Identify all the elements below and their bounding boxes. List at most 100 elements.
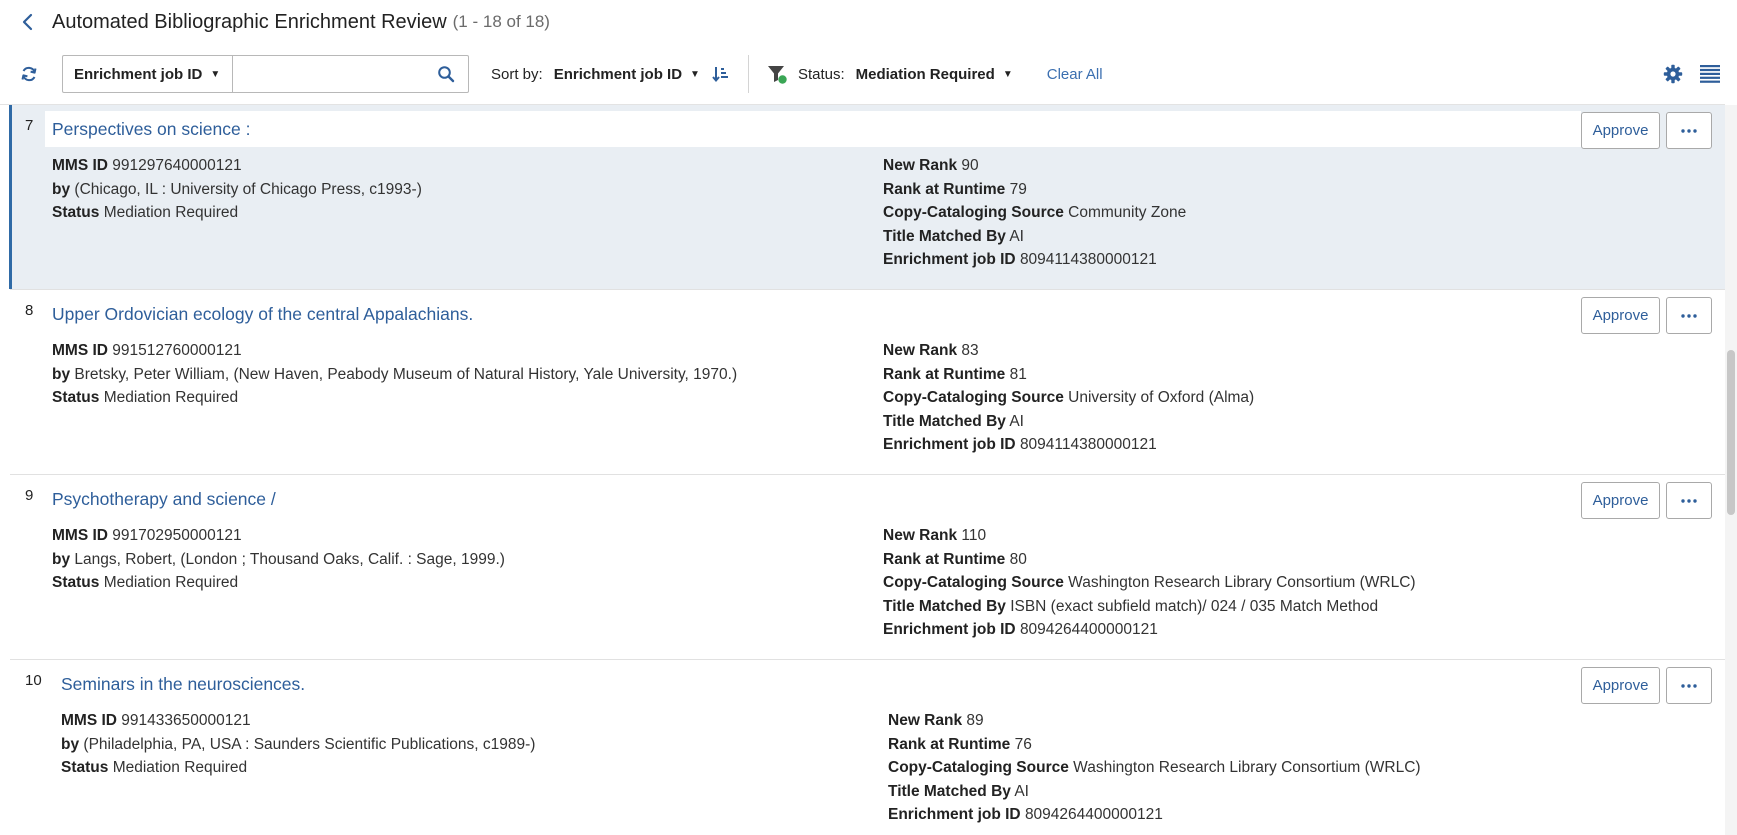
search-box <box>233 55 469 93</box>
mms-id-line: MMS ID 991702950000121 <box>52 524 505 548</box>
row-title-bar: Perspectives on science : <box>45 111 1581 147</box>
record-details-right: New Rank 110 Rank at Runtime 80 Copy-Cat… <box>883 524 1416 642</box>
enrichment-job-id-label: Enrichment job ID <box>883 436 1016 453</box>
by-label: by <box>61 735 80 753</box>
sort-value: Enrichment job ID <box>553 65 683 83</box>
title-matched-by-label: Title Matched By <box>883 412 1006 430</box>
mms-id-line: MMS ID 991297640000121 <box>52 154 422 178</box>
record-details-right: New Rank 89 Rank at Runtime 76 Copy-Cata… <box>888 709 1421 827</box>
approve-button[interactable]: Approve <box>1581 667 1660 704</box>
search-field-select[interactable]: Enrichment job ID ▼ <box>62 55 233 93</box>
toolbar: Enrichment job ID ▼ Sort by: Enrichment … <box>0 52 1737 96</box>
title-matched-by-value: AI <box>1009 227 1024 245</box>
enrichment-job-id-value: 8094114380000121 <box>1019 436 1157 453</box>
row-title-bar: Seminars in the neurosciences. <box>54 666 1590 702</box>
enrichment-job-id-label: Enrichment job ID <box>888 806 1021 823</box>
status-value: Mediation Required <box>103 389 239 406</box>
more-actions-button[interactable] <box>1666 112 1712 149</box>
ellipsis-icon <box>1681 498 1697 503</box>
record-title-link[interactable]: Psychotherapy and science / <box>52 489 276 510</box>
refresh-icon[interactable] <box>17 62 41 86</box>
sort-select[interactable]: Enrichment job ID ▼ <box>554 66 700 83</box>
scrollbar-thumb[interactable] <box>1727 350 1735 515</box>
status-filter-label: Status: <box>797 65 845 83</box>
gear-icon[interactable] <box>1661 62 1685 86</box>
status-line: Status Mediation Required <box>52 571 505 595</box>
list-item[interactable]: 7 Perspectives on science : MMS ID 99129… <box>9 105 1725 290</box>
title-matched-by-label: Title Matched By <box>888 782 1011 800</box>
row-title-bar: Upper Ordovician ecology of the central … <box>45 296 1581 332</box>
new-rank-line: New Rank 110 <box>883 524 1416 548</box>
list-item[interactable]: 8 Upper Ordovician ecology of the centra… <box>10 290 1725 475</box>
new-rank-value: 89 <box>966 712 984 729</box>
search-input[interactable] <box>233 57 429 91</box>
row-title-bar: Psychotherapy and science / <box>45 481 1581 517</box>
mms-id-label: MMS ID <box>52 527 108 544</box>
toolbar-divider <box>747 55 749 93</box>
approve-button[interactable]: Approve <box>1581 297 1660 334</box>
by-value: Bretsky, Peter William, (New Haven, Peab… <box>74 365 738 383</box>
rank-at-runtime-value: 80 <box>1009 550 1027 568</box>
title-matched-by-line: Title Matched By AI <box>883 410 1254 434</box>
list-item[interactable]: 10 Seminars in the neurosciences. MMS ID… <box>10 660 1725 835</box>
more-actions-button[interactable] <box>1666 482 1712 519</box>
new-rank-label: New Rank <box>888 712 963 729</box>
copy-source-line: Copy-Cataloging Source Washington Resear… <box>888 756 1421 780</box>
search-icon[interactable] <box>433 61 459 87</box>
list-item[interactable]: 9 Psychotherapy and science / MMS ID 991… <box>10 475 1725 660</box>
rank-at-runtime-line: Rank at Runtime 79 <box>883 178 1186 202</box>
copy-source-line: Copy-Cataloging Source University of Oxf… <box>883 386 1254 410</box>
clear-all-link[interactable]: Clear All <box>1047 66 1103 83</box>
copy-source-label: Copy-Cataloging Source <box>888 759 1069 776</box>
sort-label: Sort by: <box>491 65 543 83</box>
enrichment-job-id-line: Enrichment job ID 8094114380000121 <box>883 433 1254 457</box>
title-matched-by-label: Title Matched By <box>883 227 1006 245</box>
by-line: by Langs, Robert, (London ; Thousand Oak… <box>52 548 505 572</box>
enrichment-review-page: Automated Bibliographic Enrichment Revie… <box>0 0 1737 835</box>
list-view-icon[interactable] <box>1698 62 1722 86</box>
approve-button[interactable]: Approve <box>1581 112 1660 149</box>
mms-id-label: MMS ID <box>61 712 117 729</box>
record-details-right: New Rank 90 Rank at Runtime 79 Copy-Cata… <box>883 154 1186 272</box>
title-matched-by-line: Title Matched By AI <box>888 780 1421 804</box>
new-rank-value: 83 <box>961 342 979 359</box>
copy-source-value: Community Zone <box>1068 204 1187 221</box>
row-number: 10 <box>25 672 42 689</box>
approve-button[interactable]: Approve <box>1581 482 1660 519</box>
by-label: by <box>52 180 71 198</box>
copy-source-line: Copy-Cataloging Source Washington Resear… <box>883 571 1416 595</box>
copy-source-value: Washington Research Library Consortium (… <box>1068 574 1416 591</box>
chevron-down-icon: ▼ <box>210 68 221 80</box>
result-count: (1 - 18 of 18) <box>452 12 550 31</box>
mms-id-value: 991297640000121 <box>112 157 242 174</box>
more-actions-button[interactable] <box>1666 297 1712 334</box>
enrichment-job-id-line: Enrichment job ID 8094264400000121 <box>888 803 1421 827</box>
more-actions-button[interactable] <box>1666 667 1712 704</box>
record-title-link[interactable]: Upper Ordovician ecology of the central … <box>52 304 473 325</box>
row-number: 7 <box>25 117 34 134</box>
back-arrow-icon[interactable] <box>16 10 40 34</box>
filter-icon[interactable] <box>765 62 789 86</box>
enrichment-job-id-line: Enrichment job ID 8094114380000121 <box>883 248 1186 272</box>
rank-at-runtime-label: Rank at Runtime <box>883 550 1006 568</box>
record-title-link[interactable]: Perspectives on science : <box>52 119 250 140</box>
search-field-label: Enrichment job ID <box>74 65 203 83</box>
record-details-left: MMS ID 991702950000121 by Langs, Robert,… <box>52 524 505 595</box>
new-rank-value: 90 <box>961 157 979 174</box>
ellipsis-icon <box>1681 313 1697 318</box>
status-filter-select[interactable]: Mediation Required ▼ <box>856 66 1013 83</box>
sort-direction-icon[interactable] <box>710 63 732 85</box>
enrichment-job-id-value: 8094264400000121 <box>1019 621 1158 638</box>
rank-at-runtime-label: Rank at Runtime <box>888 735 1011 753</box>
title-matched-by-label: Title Matched By <box>883 597 1006 615</box>
by-value: (Chicago, IL : University of Chicago Pre… <box>74 180 422 198</box>
by-value: Langs, Robert, (London ; Thousand Oaks, … <box>74 550 505 568</box>
status-label: Status <box>61 759 109 776</box>
page-title: Automated Bibliographic Enrichment Revie… <box>52 10 447 33</box>
new-rank-line: New Rank 89 <box>888 709 1421 733</box>
enrichment-job-id-value: 8094264400000121 <box>1024 806 1163 823</box>
by-label: by <box>52 550 71 568</box>
copy-source-value: Washington Research Library Consortium (… <box>1073 759 1421 776</box>
record-title-link[interactable]: Seminars in the neurosciences. <box>61 674 305 695</box>
status-value: Mediation Required <box>103 204 239 221</box>
